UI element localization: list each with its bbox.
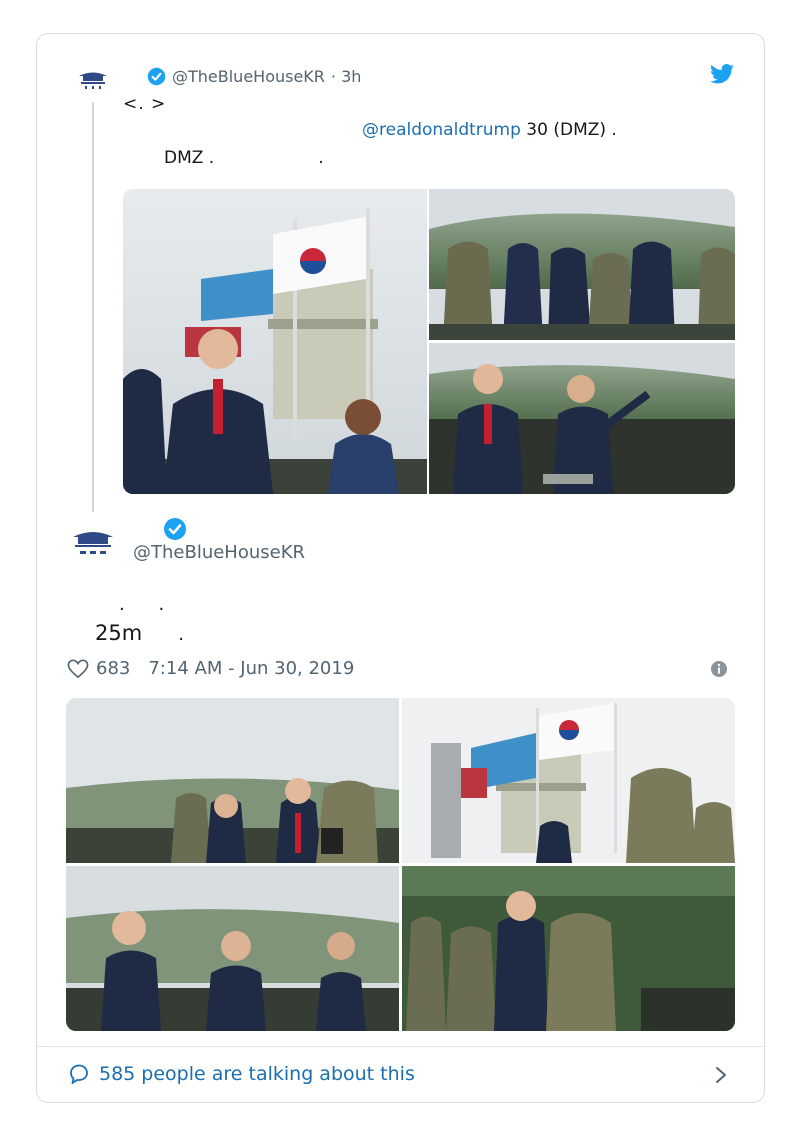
- parent-tweet-header: @TheBlueHouseKR · 3h: [147, 65, 361, 87]
- parent-photo-3[interactable]: [429, 343, 735, 494]
- parent-text-line-1: <. >: [123, 94, 167, 114]
- parent-text-line-2-rest: 30 (DMZ) .: [520, 120, 617, 140]
- parent-media-grid[interactable]: [123, 189, 735, 494]
- like-count[interactable]: 683: [96, 658, 130, 679]
- tweet-meta-row: 683 7:14 AM - Jun 30, 2019: [67, 658, 354, 679]
- duration-dot: .: [178, 624, 184, 645]
- parent-text-line-2: @realdonaldtrump 30 (DMZ) .: [362, 120, 617, 140]
- main-photo-3[interactable]: [66, 866, 399, 1031]
- comment-bubble-icon: [70, 1064, 88, 1084]
- blue-house-logo-icon[interactable]: [77, 70, 109, 90]
- verified-badge-icon: [147, 67, 166, 85]
- conversation-link[interactable]: 585 people are talking about this: [67, 1062, 415, 1086]
- verified-badge-icon: [164, 518, 186, 540]
- mention-link[interactable]: @realdonaldtrump: [362, 120, 521, 140]
- main-media-grid[interactable]: [66, 698, 735, 1031]
- conversation-text[interactable]: 585 people are talking about this: [99, 1063, 415, 1085]
- footer-divider: [37, 1046, 764, 1047]
- parent-photo-2[interactable]: [429, 189, 735, 340]
- main-text-dots: . .: [119, 594, 179, 615]
- parent-text-line-3b: .: [318, 148, 324, 168]
- parent-photo-1[interactable]: [123, 189, 427, 494]
- info-icon[interactable]: [710, 660, 728, 678]
- parent-text-line-3a: DMZ .: [164, 148, 215, 168]
- tweet-embed-card: @TheBlueHouseKR · 3h <. > @realdonaldtru…: [36, 33, 765, 1103]
- main-handle[interactable]: @TheBlueHouseKR: [133, 542, 305, 563]
- parent-text-line-3: DMZ ..: [164, 148, 324, 168]
- main-photo-2[interactable]: [402, 698, 735, 863]
- twitter-bird-icon[interactable]: [710, 64, 734, 84]
- chevron-right-icon[interactable]: [714, 1065, 728, 1085]
- parent-handle[interactable]: @TheBlueHouseKR: [172, 67, 325, 86]
- timestamp[interactable]: 7:14 AM - Jun 30, 2019: [148, 658, 354, 679]
- main-photo-4[interactable]: [402, 866, 735, 1031]
- main-text-line: 25m.: [95, 621, 184, 645]
- heart-icon[interactable]: [67, 659, 89, 679]
- parent-time[interactable]: · 3h: [331, 67, 362, 86]
- blue-house-logo-main-icon[interactable]: [70, 528, 116, 558]
- main-photo-1[interactable]: [66, 698, 399, 863]
- thread-connector-line: [92, 102, 94, 512]
- duration-text: 25m: [95, 621, 143, 645]
